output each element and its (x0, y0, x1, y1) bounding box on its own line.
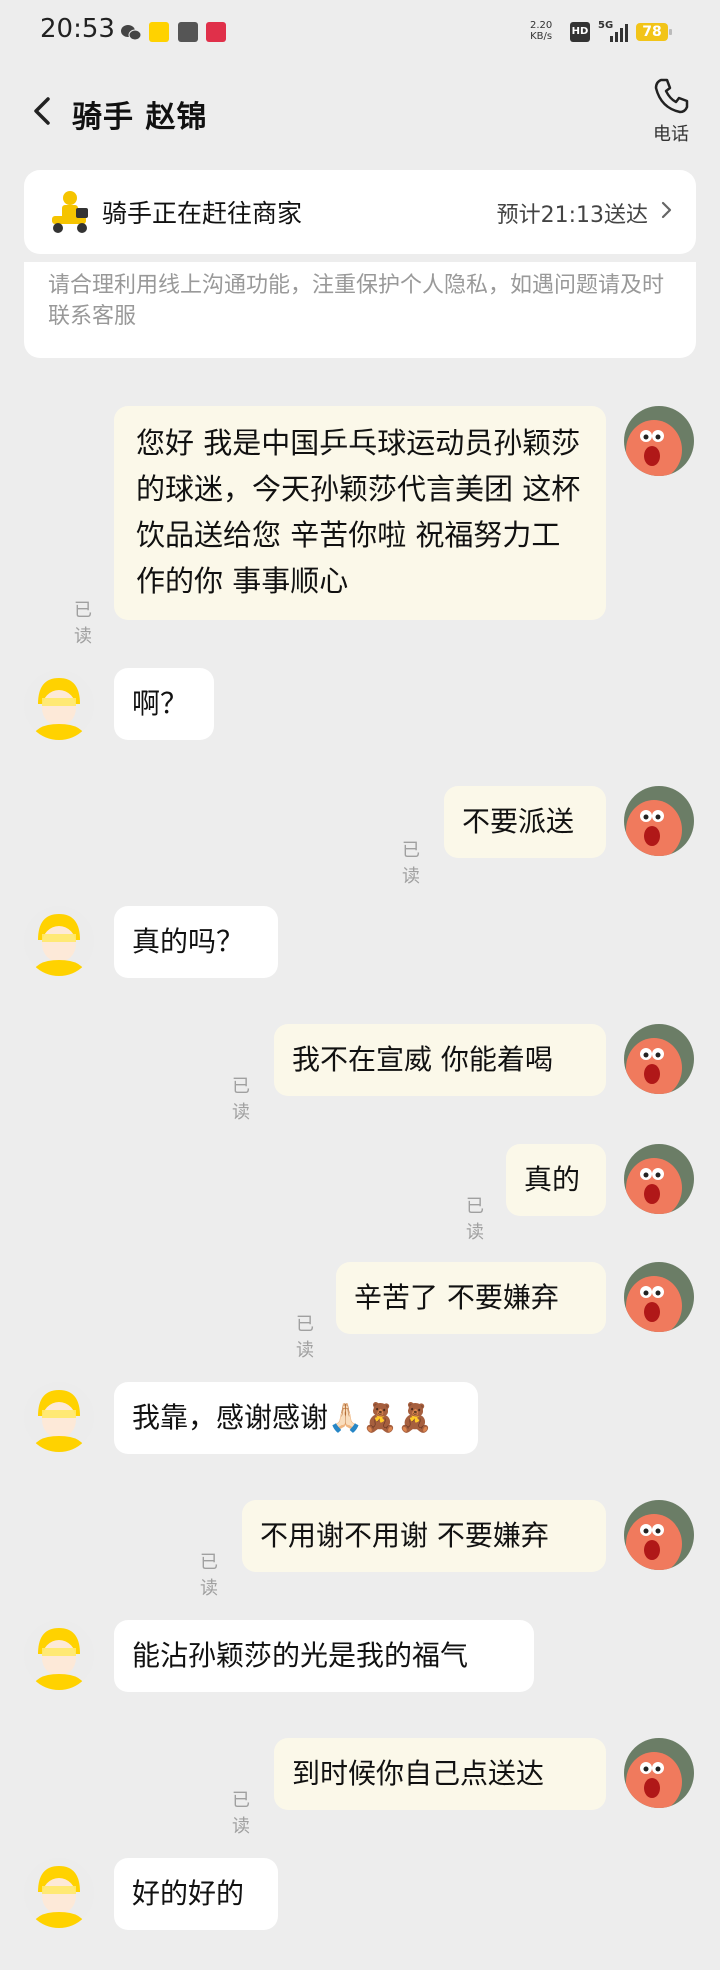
battery-icon: 78 (636, 23, 672, 41)
message-bubble[interactable]: 我不在宣威 你能着喝 (274, 1024, 606, 1096)
read-receipt: 已读 (200, 1552, 218, 1599)
order-status-card[interactable]: 骑手正在赶往商家 预计21:13送达 (24, 170, 696, 254)
message-bubble[interactable]: 辛苦了 不要嫌弃 (336, 1262, 606, 1334)
wallet-icon (178, 22, 198, 42)
rider-avatar[interactable] (24, 1858, 94, 1928)
message-bubble[interactable]: 好的好的 (114, 1858, 278, 1930)
user-avatar[interactable] (624, 1144, 694, 1214)
read-receipt: 已读 (232, 1790, 250, 1837)
privacy-notice: 请合理利用线上沟通功能，注重保护个人隐私，如遇问题请及时联系客服 (24, 262, 696, 358)
user-avatar[interactable] (624, 1738, 694, 1808)
scooter-icon (46, 188, 94, 236)
rider-avatar[interactable] (24, 1382, 94, 1452)
read-receipt: 已读 (232, 1076, 250, 1123)
user-avatar[interactable] (624, 1262, 694, 1332)
status-time: 20:53 (40, 14, 115, 44)
read-receipt: 已读 (466, 1196, 484, 1243)
net-speed: 2.20 KB/s (530, 20, 553, 42)
privacy-notice-text: 请合理利用线上沟通功能，注重保护个人隐私，如遇问题请及时联系客服 (48, 273, 665, 329)
nav-bar: 骑手 赵锦 电话 (0, 70, 720, 154)
signal-icon: 5G (598, 20, 630, 44)
user-avatar[interactable] (624, 786, 694, 856)
message-bubble[interactable]: 我靠，感谢感谢🙏🏻🧸🧸 (114, 1382, 478, 1454)
signal-label: 5G (598, 20, 614, 31)
read-receipt: 已读 (74, 600, 92, 647)
user-avatar[interactable] (624, 406, 694, 476)
back-arrow-icon[interactable] (30, 96, 54, 125)
rider-avatar[interactable] (24, 906, 94, 976)
message-bubble[interactable]: 啊？ (114, 668, 214, 740)
read-receipt: 已读 (296, 1314, 314, 1361)
rider-avatar[interactable] (24, 1620, 94, 1690)
read-receipt: 已读 (402, 840, 420, 887)
user-avatar[interactable] (624, 1024, 694, 1094)
page-title: 骑手 赵锦 (72, 100, 208, 135)
call-button[interactable]: 电话 (640, 76, 702, 152)
status-bar: 20:53 2.20 KB/s HD 5G 78 (0, 0, 720, 68)
hd-icon: HD (570, 22, 590, 42)
shopping-app-icon (206, 22, 226, 42)
message-bubble[interactable]: 真的 (506, 1144, 606, 1216)
eta-text: 预计21:13送达 (496, 203, 648, 228)
message-bubble[interactable]: 不要派送 (444, 786, 606, 858)
order-status-title: 骑手正在赶往商家 (102, 199, 303, 228)
message-bubble[interactable]: 不用谢不用谢 不要嫌弃 (242, 1500, 606, 1572)
chevron-right-icon (660, 198, 674, 222)
phone-icon (640, 76, 702, 116)
message-bubble[interactable]: 能沾孙颖莎的光是我的福气 (114, 1620, 534, 1692)
wechat-icon (120, 24, 142, 44)
call-label: 电话 (653, 124, 689, 145)
message-bubble[interactable]: 您好 我是中国乒乓球运动员孙颖莎的球迷，今天孙颖莎代言美团 这杯饮品送给您 辛苦… (114, 406, 606, 620)
rider-avatar[interactable] (24, 670, 94, 740)
message-bubble[interactable]: 到时候你自己点送达 (274, 1738, 606, 1810)
user-avatar[interactable] (624, 1500, 694, 1570)
meituan-app-icon (149, 22, 169, 42)
message-bubble[interactable]: 真的吗？ (114, 906, 278, 978)
